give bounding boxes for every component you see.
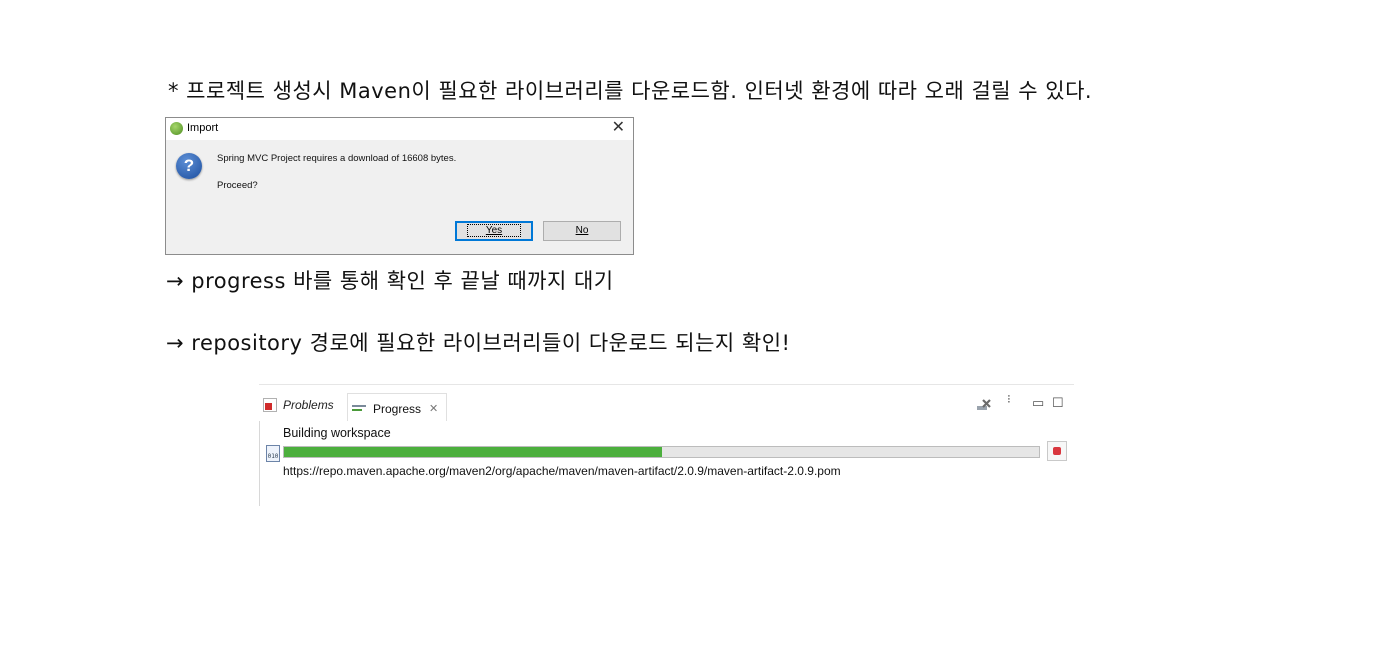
import-dialog: Import ✕ ? Spring MVC Project requires a… xyxy=(165,117,634,255)
tab-problems[interactable]: Problems xyxy=(263,391,334,419)
instruction-note-download: * 프로젝트 생성시 Maven이 필요한 라이브러리를 다운로드함. 인터넷 … xyxy=(168,79,1093,103)
progress-view: Problems Progress ✕ ⁝ ▭ ☐ Building works… xyxy=(259,384,1074,506)
progress-icon xyxy=(352,404,368,414)
job-title: Building workspace xyxy=(283,426,391,440)
binary-file-icon: 010 xyxy=(266,445,280,462)
no-button[interactable]: No xyxy=(543,221,621,241)
tab-progress-label: Progress xyxy=(373,401,422,416)
spring-leaf-icon xyxy=(170,122,183,135)
instruction-note-repository: → repository 경로에 필요한 라이브러리들이 다운로드 되는지 확인… xyxy=(166,331,791,355)
progress-content: Building workspace 010 https://repo.mave… xyxy=(260,421,1074,481)
tab-problems-label: Problems xyxy=(283,398,334,412)
no-button-label: No xyxy=(575,225,589,236)
maximize-icon[interactable]: ☐ xyxy=(1052,395,1064,411)
job-detail-url: https://repo.maven.apache.org/maven2/org… xyxy=(283,464,841,478)
yes-button[interactable]: Yes xyxy=(455,221,533,241)
view-tabbar: Problems Progress ✕ ⁝ ▭ ☐ xyxy=(259,384,1074,423)
dialog-question: Proceed? xyxy=(217,180,258,191)
tab-progress[interactable]: Progress ✕ xyxy=(347,393,448,423)
dialog-titlebar: Import ✕ xyxy=(166,118,633,140)
question-icon: ? xyxy=(176,153,202,179)
progress-bar xyxy=(283,446,1040,458)
progress-bar-fill xyxy=(284,447,662,457)
stop-job-button[interactable] xyxy=(1047,441,1067,461)
problems-icon xyxy=(263,398,277,412)
dialog-message: Spring MVC Project requires a download o… xyxy=(217,153,457,164)
dialog-close-button[interactable]: ✕ xyxy=(612,119,625,137)
instruction-note-wait: → progress 바를 통해 확인 후 끝날 때까지 대기 xyxy=(166,269,614,293)
tab-close-icon[interactable]: ✕ xyxy=(429,402,438,415)
dialog-title: Import xyxy=(187,122,219,134)
remove-all-finished-icon[interactable] xyxy=(976,397,992,413)
view-menu-icon[interactable]: ⁝ xyxy=(1007,393,1011,405)
yes-button-label: Yes xyxy=(466,224,522,237)
minimize-icon[interactable]: ▭ xyxy=(1032,395,1044,411)
